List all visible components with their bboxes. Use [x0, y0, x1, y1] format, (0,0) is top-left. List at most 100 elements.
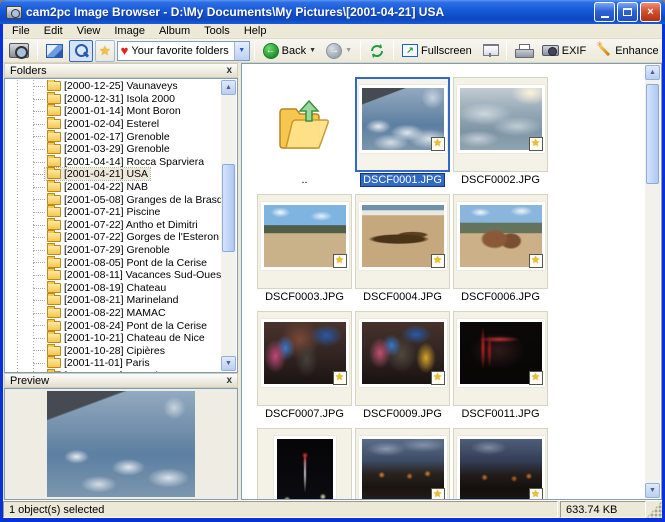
toolbar-separator	[254, 41, 255, 60]
menu-item[interactable]: Tools	[197, 25, 237, 37]
folder-label: [2001-07-22] Gorges de l'Esteron	[64, 231, 219, 243]
folder-icon	[47, 220, 61, 230]
slideshow-button[interactable]	[478, 40, 502, 62]
forward-button[interactable]: → ▼	[322, 40, 356, 62]
exif-label: EXIF	[562, 45, 586, 57]
thumbnail-label: DSCF0001.JPG	[361, 174, 444, 186]
menu-item[interactable]: File	[5, 25, 37, 37]
thumbnail-item[interactable]: ★ DSCF0002.JPG	[452, 77, 549, 186]
folder-label: [2001-04-22] NAB	[64, 181, 148, 193]
thumbnail-item[interactable]: ★ DSCF0001.JPG	[354, 77, 451, 186]
title-bar[interactable]: cam2pc Image Browser - D:\My Documents\M…	[0, 0, 665, 24]
folder-icon	[47, 270, 61, 280]
folder-label: [2001-02-04] Esterel	[64, 118, 159, 130]
thumbnail-label: DSCF0007.JPG	[263, 408, 346, 420]
refresh-button[interactable]	[365, 40, 389, 62]
folder-icon	[47, 258, 61, 268]
folder-tree-item[interactable]: [2001-04-21] USA	[5, 168, 222, 181]
scroll-down-icon[interactable]: ▼	[645, 483, 660, 498]
favorite-star-badge: ★	[529, 488, 543, 500]
toolbar: ★ ♥ Your favorite folders ▼ ← Back ▼ → ▼	[3, 39, 662, 63]
folder-tree-item[interactable]: [2001-08-19] Chateau	[5, 282, 222, 295]
folder-label: [2001-11-24] Squash	[64, 370, 161, 372]
menu-item[interactable]: Help	[237, 25, 274, 37]
folder-tree-item[interactable]: [2001-08-21] Marineland	[5, 294, 222, 307]
scroll-up-icon[interactable]: ▲	[645, 65, 660, 80]
scrollbar-thumb[interactable]	[646, 84, 659, 184]
folder-icon	[47, 245, 61, 255]
folder-icon	[47, 182, 61, 192]
folder-tree-item[interactable]: [2001-01-14] Mont Boron	[5, 105, 222, 118]
folders-scrollbar[interactable]: ▲ ▼	[221, 80, 236, 371]
folder-label: [2001-08-19] Chateau	[64, 282, 166, 294]
folder-tree-item[interactable]: [2000-12-31] Isola 2000	[5, 93, 222, 106]
maximize-button[interactable]	[617, 2, 638, 22]
enhance-button[interactable]: Enhance	[592, 40, 662, 62]
browse-button[interactable]	[69, 40, 93, 62]
thumbnail-label: DSCF0002.JPG	[459, 174, 542, 186]
folder-tree-item[interactable]: [2001-04-14] Rocca Sparviera	[5, 156, 222, 169]
folder-tree-item[interactable]: [2001-08-11] Vacances Sud-Ouest	[5, 269, 222, 282]
thumbnail-area: ★ .. ★ DSCF0001.JPG ★	[241, 63, 662, 500]
thumbnail-item[interactable]: ★ DSCF0004.JPG	[354, 194, 451, 303]
thumbnail-item[interactable]: ★	[452, 428, 549, 500]
folder-tree-item[interactable]: [2001-03-29] Grenoble	[5, 143, 222, 156]
favorites-button[interactable]: ★	[95, 40, 115, 62]
folder-tree-item[interactable]: [2001-04-22] NAB	[5, 181, 222, 194]
close-button[interactable]: ×	[640, 2, 661, 22]
folder-label: [2001-10-28] Cipières	[64, 345, 165, 357]
folder-tree-item[interactable]: [2001-11-24] Squash	[5, 370, 222, 372]
folder-label: [2001-02-17] Grenoble	[64, 131, 170, 143]
minimize-button[interactable]	[594, 2, 615, 22]
folder-tree-item[interactable]: [2001-05-08] Granges de la Brasque	[5, 193, 222, 206]
folder-tree-item[interactable]: [2001-08-24] Pont de la Cerise	[5, 319, 222, 332]
fullscreen-button[interactable]: ↗ Fullscreen	[398, 40, 476, 62]
print-button[interactable]	[511, 40, 536, 62]
folders-panel-title: Folders	[10, 65, 47, 77]
thumbnail-item[interactable]: ★ DSCF0006.JPG	[452, 194, 549, 303]
menu-item[interactable]: Edit	[37, 25, 70, 37]
exif-button[interactable]: EXIF	[538, 40, 590, 62]
scrollbar-thumb[interactable]	[222, 164, 235, 252]
folder-tree-item[interactable]: [2001-07-29] Grenoble	[5, 244, 222, 257]
folder-tree-item[interactable]: [2001-08-05] Pont de la Cerise	[5, 256, 222, 269]
acquire-button[interactable]	[5, 40, 33, 62]
dropdown-arrow-icon[interactable]: ▼	[234, 42, 249, 60]
thumbnail-item[interactable]: ★ DSCF0011.JPG	[452, 311, 549, 420]
folders-panel: Folders x [2000-12-25] Vaunaveys [2000-1…	[4, 63, 238, 373]
folder-tree-item[interactable]: [2001-07-21] Piscine	[5, 206, 222, 219]
folder-tree-item[interactable]: [2001-02-04] Esterel	[5, 118, 222, 131]
folder-tree-item[interactable]: [2001-10-21] Chateau de Nice	[5, 332, 222, 345]
app-window: cam2pc Image Browser - D:\My Documents\M…	[0, 0, 665, 522]
thumbnail-item[interactable]: ★ ..	[256, 77, 353, 186]
folder-icon	[47, 132, 61, 142]
favorite-folders-dropdown[interactable]: ♥ Your favorite folders ▼	[117, 41, 250, 61]
folder-tree-item[interactable]: [2001-07-22] Antho et Dimitri	[5, 219, 222, 232]
viewer-button[interactable]	[42, 40, 67, 62]
thumbnails-scrollbar[interactable]: ▲ ▼	[645, 65, 660, 498]
folder-tree-item[interactable]: [2001-07-22] Gorges de l'Esteron	[5, 231, 222, 244]
preview-panel-close-icon[interactable]: x	[226, 376, 232, 386]
folder-tree-item[interactable]: [2001-02-17] Grenoble	[5, 130, 222, 143]
thumbnail-item[interactable]: ★ DSCF0007.JPG	[256, 311, 353, 420]
folder-tree-item[interactable]: [2001-08-22] MAMAC	[5, 307, 222, 320]
back-dropdown-icon[interactable]: ▼	[309, 47, 316, 54]
folder-tree-item[interactable]: [2001-11-01] Paris	[5, 357, 222, 370]
preview-panel-title: Preview	[10, 375, 49, 387]
back-button[interactable]: ← Back ▼	[259, 40, 320, 62]
thumbnail-item[interactable]: ★	[354, 428, 451, 500]
resize-grip[interactable]	[646, 501, 662, 518]
menu-item[interactable]: View	[70, 25, 108, 37]
folders-panel-close-icon[interactable]: x	[226, 66, 232, 76]
folder-tree-item[interactable]: [2001-10-28] Cipières	[5, 344, 222, 357]
folder-tree-item[interactable]: [2000-12-25] Vaunaveys	[5, 80, 222, 93]
thumbnail-item[interactable]: ★ DSCF0003.JPG	[256, 194, 353, 303]
scroll-down-icon[interactable]: ▼	[221, 356, 236, 371]
folder-label: [2000-12-25] Vaunaveys	[64, 80, 178, 92]
scroll-up-icon[interactable]: ▲	[221, 80, 236, 95]
menu-item[interactable]: Album	[152, 25, 197, 37]
thumbnail-item[interactable]: ★	[256, 428, 353, 500]
thumbnail-item[interactable]: ★ DSCF0009.JPG	[354, 311, 451, 420]
projector-screen-icon	[482, 43, 498, 58]
menu-item[interactable]: Image	[107, 25, 152, 37]
